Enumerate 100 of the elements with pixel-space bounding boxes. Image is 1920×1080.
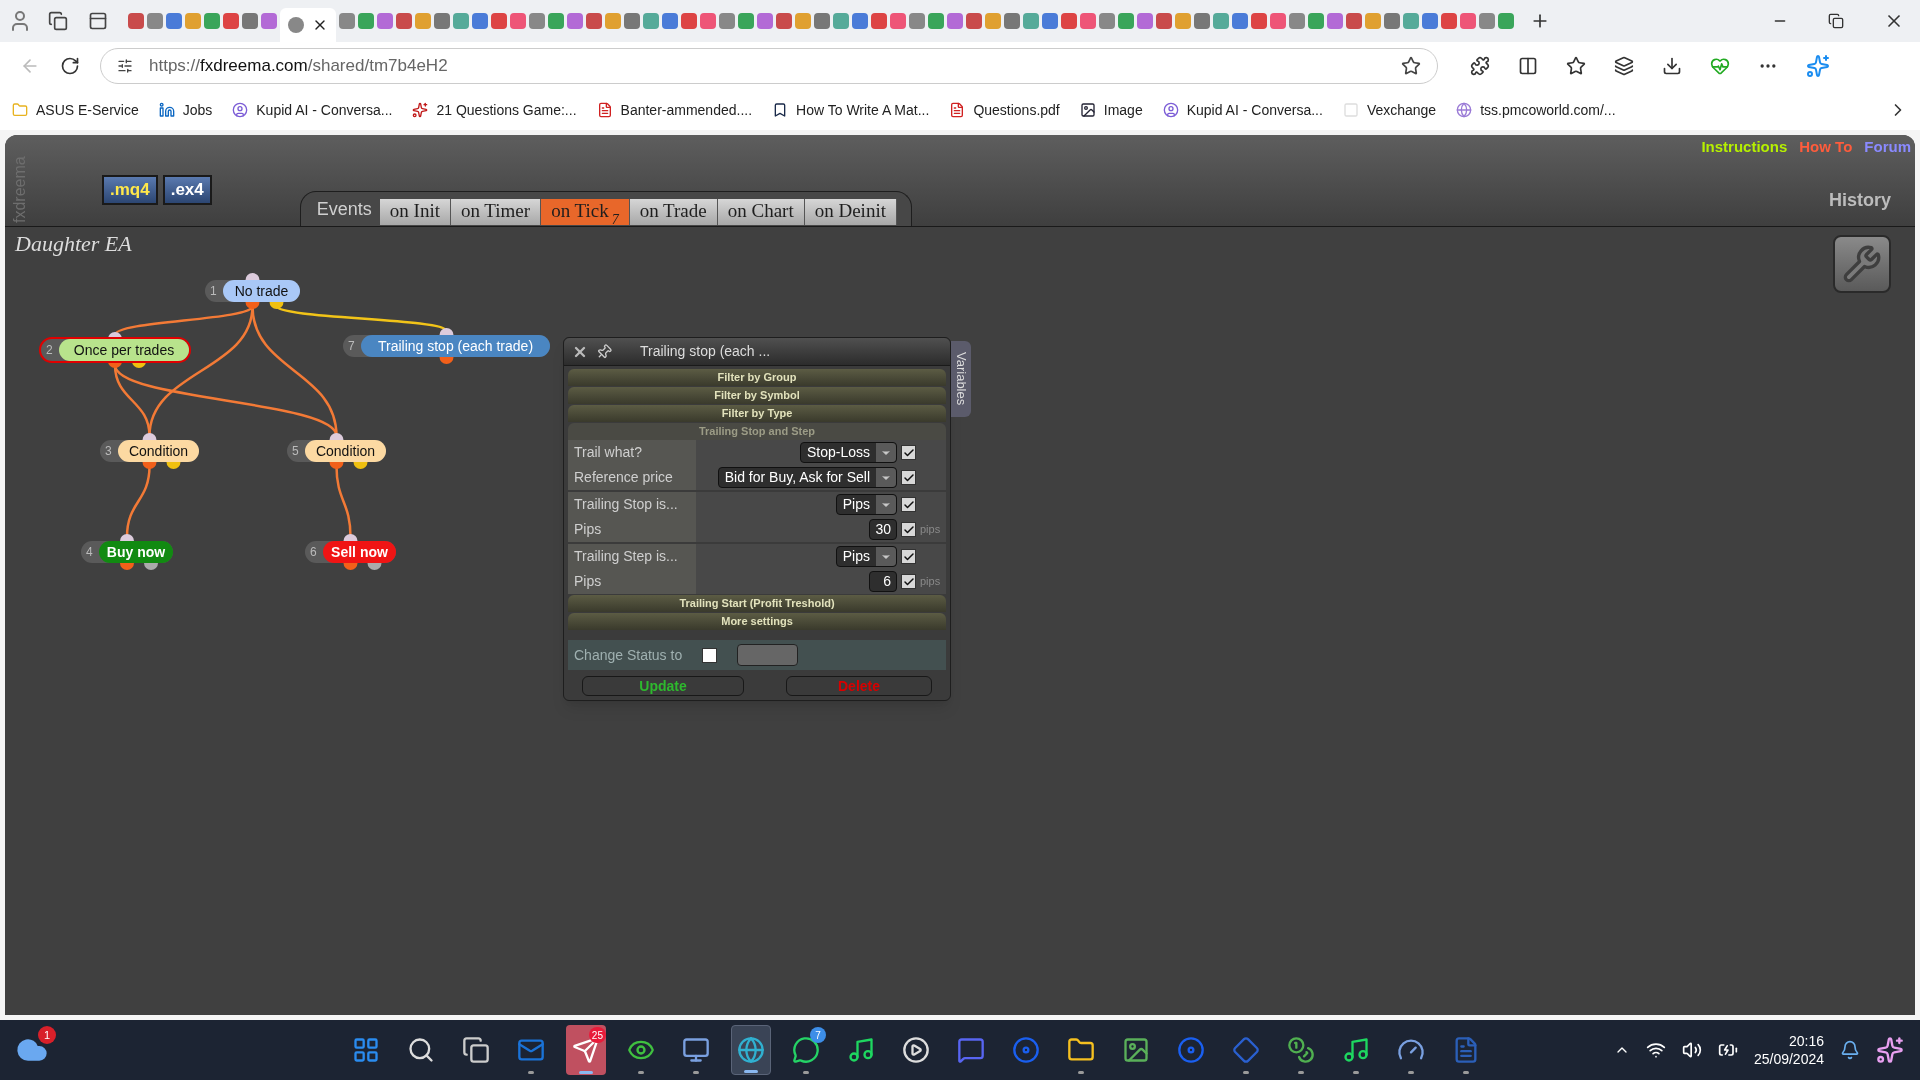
browser-tab[interactable] xyxy=(1327,13,1343,29)
split-screen-icon[interactable] xyxy=(1518,56,1538,76)
checkbox[interactable] xyxy=(901,574,916,589)
favorite-star-icon[interactable] xyxy=(1401,56,1421,76)
output-port[interactable] xyxy=(439,357,454,364)
browser-tab[interactable] xyxy=(529,13,545,29)
event-tab[interactable]: on Init xyxy=(379,199,451,225)
browser-tab[interactable] xyxy=(1061,13,1077,29)
browser-tab[interactable] xyxy=(261,13,277,29)
checkbox[interactable] xyxy=(901,549,916,564)
browser-tab[interactable] xyxy=(662,13,678,29)
input-port[interactable] xyxy=(329,433,344,440)
browser-tab[interactable] xyxy=(377,13,393,29)
browser-tab[interactable] xyxy=(966,13,982,29)
browser-tab[interactable] xyxy=(605,13,621,29)
restore-icon[interactable] xyxy=(1828,13,1844,29)
browser-tab[interactable] xyxy=(814,13,830,29)
workspaces-icon[interactable] xyxy=(48,11,68,31)
output-port[interactable] xyxy=(166,462,181,469)
collections-icon[interactable] xyxy=(1614,56,1634,76)
browser-tab[interactable] xyxy=(415,13,431,29)
refresh-icon[interactable] xyxy=(60,56,80,76)
taskbar-app[interactable]: 25 xyxy=(565,1025,606,1075)
browser-tab[interactable] xyxy=(947,13,963,29)
browser-tab[interactable] xyxy=(185,13,201,29)
number-field[interactable]: 6 xyxy=(869,571,897,592)
export-button[interactable]: .ex4 xyxy=(162,175,212,205)
settings-button[interactable] xyxy=(1833,235,1891,293)
vertical-tabs-icon[interactable] xyxy=(88,11,108,31)
browser-tab[interactable] xyxy=(1308,13,1324,29)
browser-tab[interactable] xyxy=(1042,13,1058,29)
favorites-icon[interactable] xyxy=(1566,56,1586,76)
browser-tab[interactable] xyxy=(510,13,526,29)
browser-tab[interactable] xyxy=(795,13,811,29)
browser-tab[interactable] xyxy=(890,13,906,29)
select-field[interactable]: Stop-Loss xyxy=(799,442,897,463)
output-port[interactable] xyxy=(245,302,260,309)
flow-node[interactable]: 6 Sell now xyxy=(305,541,396,563)
browser-tab[interactable] xyxy=(567,13,583,29)
browser-tab[interactable] xyxy=(128,13,144,29)
section-header[interactable]: Filter by Group xyxy=(568,369,946,386)
browser-tab[interactable] xyxy=(1137,13,1153,29)
checkbox[interactable] xyxy=(702,647,718,663)
section-header[interactable]: More settings xyxy=(568,613,946,630)
extensions-icon[interactable] xyxy=(1470,56,1490,76)
browser-tab[interactable] xyxy=(1099,13,1115,29)
browser-tab[interactable] xyxy=(1270,13,1286,29)
checkbox[interactable] xyxy=(901,470,916,485)
browser-tab[interactable] xyxy=(1460,13,1476,29)
flow-node[interactable]: 4 Buy now xyxy=(81,541,173,563)
bookmark-link[interactable]: ASUS E-Service xyxy=(12,99,139,121)
input-port[interactable] xyxy=(439,328,454,335)
taskbar-app[interactable] xyxy=(730,1025,771,1075)
side-tab[interactable]: Variables xyxy=(951,341,971,417)
notifications-icon[interactable] xyxy=(1840,1040,1860,1060)
bookmark-link[interactable]: Questions.pdf xyxy=(949,99,1060,121)
browser-tab[interactable] xyxy=(1194,13,1210,29)
browser-tab[interactable] xyxy=(339,13,355,29)
bookmark-link[interactable]: Vexchange xyxy=(1342,99,1437,121)
browser-tab[interactable] xyxy=(1156,13,1172,29)
browser-tab[interactable] xyxy=(1422,13,1438,29)
browser-tab[interactable] xyxy=(242,13,258,29)
browser-tab[interactable] xyxy=(643,13,659,29)
browser-tab[interactable] xyxy=(624,13,640,29)
checkbox[interactable] xyxy=(901,522,916,537)
browser-tab[interactable] xyxy=(1441,13,1457,29)
browser-tab[interactable] xyxy=(1498,13,1514,29)
browser-tab[interactable] xyxy=(719,13,735,29)
update-button[interactable]: Update xyxy=(582,676,744,696)
section-header[interactable]: Trailing Start (Profit Treshold) xyxy=(568,595,946,612)
browser-tab[interactable] xyxy=(147,13,163,29)
clock-date[interactable]: 25/09/2024 xyxy=(1753,1050,1824,1068)
browser-tab[interactable] xyxy=(491,13,507,29)
flow-node[interactable]: 5 Condition xyxy=(287,440,386,462)
bookmark-link[interactable]: Jobs xyxy=(158,99,213,121)
select-field[interactable]: Bid for Buy, Ask for Sell xyxy=(717,467,897,488)
number-field[interactable]: 30 xyxy=(869,519,897,540)
bookmark-link[interactable]: Banter-ammended.... xyxy=(596,99,753,121)
browser-tab[interactable] xyxy=(871,13,887,29)
browser-tab[interactable] xyxy=(1175,13,1191,29)
flow-node[interactable]: 7 Trailing stop (each trade) xyxy=(343,335,550,357)
browser-tab[interactable] xyxy=(1023,13,1039,29)
browser-tab[interactable] xyxy=(1213,13,1229,29)
copilot-icon[interactable] xyxy=(1806,54,1830,78)
event-tab[interactable]: on Timer xyxy=(450,199,542,225)
wifi-icon[interactable] xyxy=(1645,1040,1666,1060)
browser-tab[interactable] xyxy=(852,13,868,29)
browser-tab[interactable] xyxy=(681,13,697,29)
browser-tab[interactable] xyxy=(223,13,239,29)
browser-tab[interactable] xyxy=(700,13,716,29)
browser-tab[interactable] xyxy=(1289,13,1305,29)
browser-tab[interactable] xyxy=(396,13,412,29)
browser-tab[interactable] xyxy=(586,13,602,29)
browser-tab[interactable] xyxy=(1365,13,1381,29)
download-icon[interactable] xyxy=(1662,56,1682,76)
bookmark-link[interactable]: Kupid AI - Conversa... xyxy=(1162,99,1323,121)
output-port[interactable] xyxy=(353,462,368,469)
browser-tab[interactable] xyxy=(1479,13,1495,29)
flow-node[interactable]: 2 Once per trades xyxy=(41,339,189,361)
browser-tab[interactable] xyxy=(1251,13,1267,29)
